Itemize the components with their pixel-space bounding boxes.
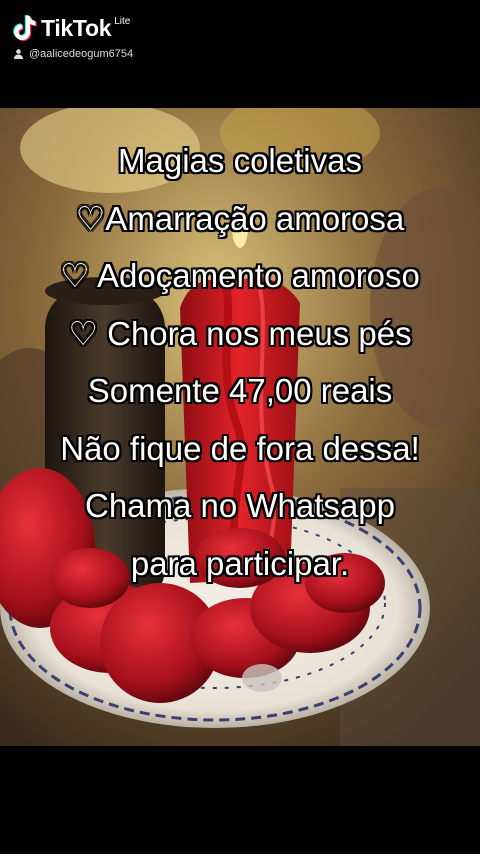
author-row[interactable]: @aalicedeogum6754 bbox=[14, 48, 133, 60]
caption-line-6: Não fique de fora dessa! bbox=[60, 429, 420, 467]
caption-line-3: ♡ Adoçamento amoroso bbox=[60, 257, 420, 294]
caption-overlay: Magias coletivas ♡Amarração amorosa ♡ Ad… bbox=[0, 132, 480, 592]
person-icon bbox=[14, 49, 23, 59]
caption-line-8: para participar. bbox=[130, 544, 350, 582]
caption-line-2: ♡Amarração amorosa bbox=[75, 199, 405, 237]
caption-line-5: Somente 47,00 reais bbox=[87, 372, 393, 409]
video-frame[interactable]: Magias coletivas ♡Amarração amorosa ♡ Ad… bbox=[0, 108, 480, 746]
tiktok-logo[interactable]: TikTok Lite bbox=[12, 14, 130, 42]
caption-line-4: ♡ Chora nos meus pés bbox=[68, 314, 412, 352]
app-name: TikTok bbox=[41, 15, 112, 41]
app-badge: Lite bbox=[114, 16, 131, 27]
tiktok-note-icon bbox=[13, 15, 37, 41]
top-bar: TikTok Lite @aalicedeogum6754 bbox=[0, 0, 480, 108]
author-handle: @aalicedeogum6754 bbox=[29, 48, 134, 60]
bottom-bar bbox=[0, 746, 480, 854]
caption-line-7: Chama no Whatsapp bbox=[84, 487, 395, 524]
caption-line-1: Magias coletivas bbox=[118, 142, 362, 179]
